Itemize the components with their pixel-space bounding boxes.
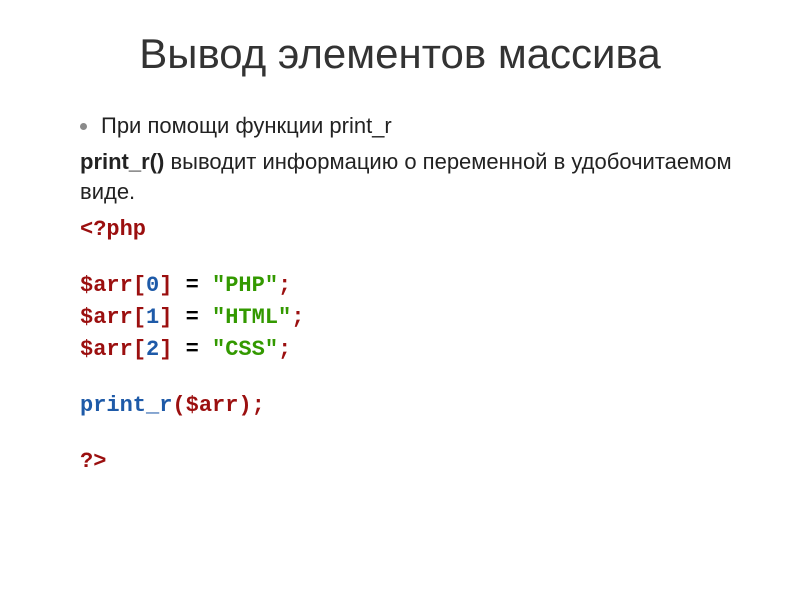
semicolon: ; <box>278 273 291 298</box>
paren-close: ) <box>238 393 251 418</box>
semicolon: ; <box>291 305 304 330</box>
code-index: 1 <box>146 305 159 330</box>
code-assign: = <box>172 337 212 362</box>
bracket-open: [ <box>133 273 146 298</box>
bracket-close: ] <box>159 273 172 298</box>
bracket-close: ] <box>159 337 172 362</box>
bracket-close: ] <box>159 305 172 330</box>
code-assign: = <box>172 273 212 298</box>
semicolon: ; <box>252 393 265 418</box>
code-assign: = <box>172 305 212 330</box>
code-var: $arr <box>80 337 133 362</box>
bullet-icon <box>80 123 87 130</box>
code-index: 0 <box>146 273 159 298</box>
code-string: "PHP" <box>212 273 278 298</box>
code-block: <?php $arr[0] = "PHP"; $arr[1] = "HTML";… <box>80 214 750 477</box>
func-name: print_r() <box>80 149 164 174</box>
php-open-tag: <?php <box>80 217 146 242</box>
bracket-open: [ <box>133 305 146 330</box>
slide-title: Вывод элементов массива <box>50 30 750 78</box>
bullet-text: При помощи функции print_r <box>101 113 392 139</box>
code-index: 2 <box>146 337 159 362</box>
bracket-open: [ <box>133 337 146 362</box>
code-string: "CSS" <box>212 337 278 362</box>
paren-open: ( <box>172 393 185 418</box>
code-string: "HTML" <box>212 305 291 330</box>
desc-rest: выводит информацию о переменной в удобоч… <box>80 149 732 204</box>
php-close-tag: ?> <box>80 449 106 474</box>
code-var: $arr <box>80 305 133 330</box>
description: print_r() выводит информацию о переменно… <box>80 147 750 206</box>
bullet-item: При помощи функции print_r <box>80 113 750 139</box>
semicolon: ; <box>278 337 291 362</box>
code-func-call: print_r <box>80 393 172 418</box>
code-var: $arr <box>80 273 133 298</box>
code-arg: $arr <box>186 393 239 418</box>
